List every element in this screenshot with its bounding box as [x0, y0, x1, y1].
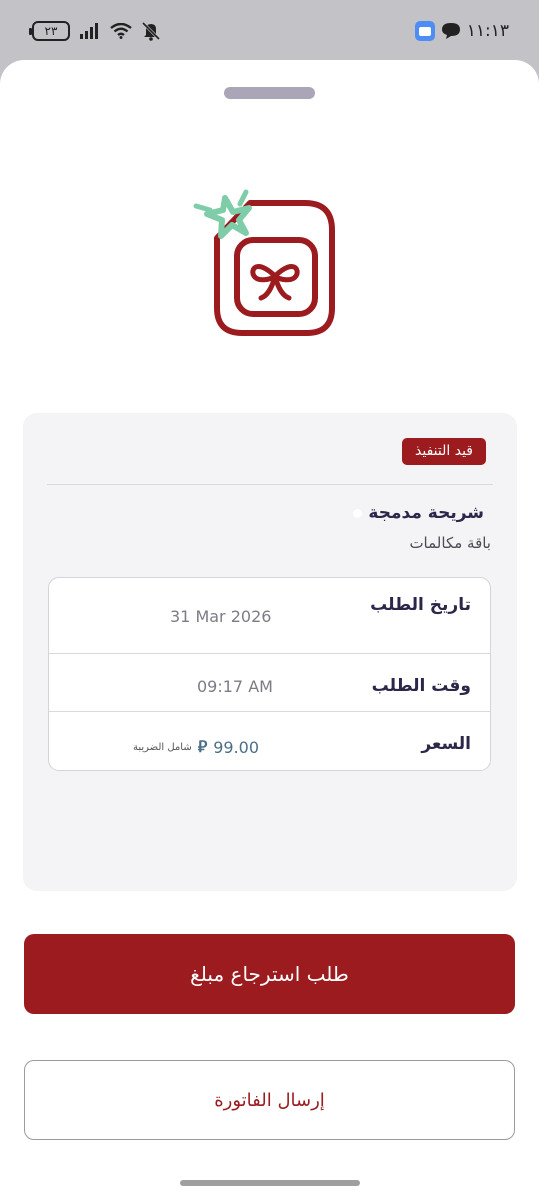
- status-right-group: ١١:١٣: [414, 21, 509, 41]
- detail-row-price: السعر شامل الضريبة ⃁ 99.00: [49, 711, 490, 771]
- drag-handle[interactable]: [224, 87, 315, 99]
- bottom-sheet: قيد التنفيذ شريحة مدمجة باقة مكالمات تار…: [0, 60, 539, 1200]
- product-subtitle: باقة مكالمات: [409, 534, 491, 552]
- send-invoice-button[interactable]: إرسال الفاتورة: [24, 1060, 515, 1140]
- app-icon: [414, 21, 435, 41]
- date-label: تاريخ الطلب: [370, 595, 471, 615]
- product-title-row: شريحة مدمجة: [353, 503, 484, 523]
- home-indicator[interactable]: [180, 1180, 360, 1186]
- detail-row-date: تاريخ الطلب 31 Mar 2026: [49, 578, 490, 653]
- chat-icon: [441, 23, 460, 39]
- battery-level: ٢٣: [44, 24, 58, 38]
- status-bar: ٢٣ ١١:١٣: [0, 0, 539, 62]
- price-group: شامل الضريبة ⃁ 99.00: [133, 737, 259, 757]
- price-label: السعر: [421, 734, 471, 754]
- date-value: 31 Mar 2026: [170, 607, 272, 626]
- order-details-table: تاريخ الطلب 31 Mar 2026 وقت الطلب 09:17 …: [48, 577, 491, 771]
- order-card: قيد التنفيذ شريحة مدمجة باقة مكالمات تار…: [23, 413, 517, 891]
- card-divider: [47, 484, 493, 485]
- clock: ١١:١٣: [466, 21, 509, 41]
- mute-icon: [141, 21, 161, 41]
- esim-gift-illustration: [193, 189, 335, 336]
- detail-row-time: وقت الطلب 09:17 AM: [49, 653, 490, 711]
- battery-icon: ٢٣: [29, 21, 70, 41]
- refund-request-button[interactable]: طلب استرجاع مبلغ: [24, 934, 515, 1014]
- product-dot-icon: [353, 508, 363, 518]
- price-value: 99.00: [213, 737, 260, 757]
- riyal-currency-icon: ⃁: [197, 737, 208, 756]
- time-value: 09:17 AM: [197, 677, 273, 696]
- tax-note: شامل الضريبة: [133, 741, 192, 753]
- status-left-group: ٢٣: [29, 21, 161, 41]
- product-name: شريحة مدمجة: [368, 503, 484, 523]
- status-badge: قيد التنفيذ: [402, 438, 486, 465]
- wifi-icon: [110, 23, 132, 39]
- signal-icon: [80, 23, 98, 39]
- time-label: وقت الطلب: [371, 676, 471, 696]
